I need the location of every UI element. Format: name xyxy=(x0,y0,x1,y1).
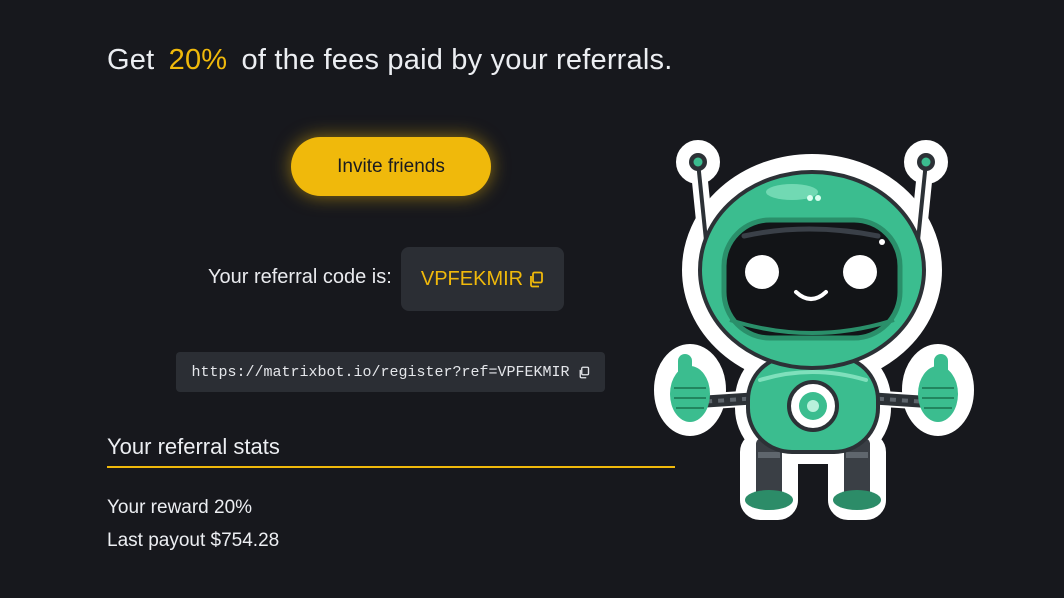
reward-stat: Your reward 20% xyxy=(107,497,252,519)
referral-code-label: Your referral code is: xyxy=(208,266,392,288)
referral-code-value: VPFEKMIR xyxy=(420,267,524,290)
invite-friends-button[interactable]: Invite friends xyxy=(291,137,491,196)
payout-stat: Last payout $754.28 xyxy=(107,530,279,552)
reward-value: 20% xyxy=(214,497,253,518)
headline-prefix: Get xyxy=(107,44,155,76)
referral-link-copy[interactable]: https://matrixbot.io/register?ref=VPFEKM… xyxy=(176,352,605,392)
copy-icon[interactable] xyxy=(578,366,590,379)
copy-icon[interactable] xyxy=(528,271,544,288)
payout-value: $754.28 xyxy=(210,530,280,551)
page-headline: Get 20% of the fees paid by your referra… xyxy=(107,44,672,77)
stats-divider xyxy=(107,466,675,468)
referral-stats-title: Your referral stats xyxy=(107,434,280,459)
robot-mascot-icon xyxy=(654,140,974,520)
referral-code-copy[interactable]: VPFEKMIR xyxy=(401,247,564,311)
headline-suffix: of the fees paid by your referrals. xyxy=(241,44,673,76)
headline-percentage: 20% xyxy=(168,44,228,76)
payout-label: Last payout xyxy=(107,530,206,551)
referral-link-value: https://matrixbot.io/register?ref=VPFEKM… xyxy=(191,363,570,381)
reward-label: Your reward xyxy=(107,497,209,518)
